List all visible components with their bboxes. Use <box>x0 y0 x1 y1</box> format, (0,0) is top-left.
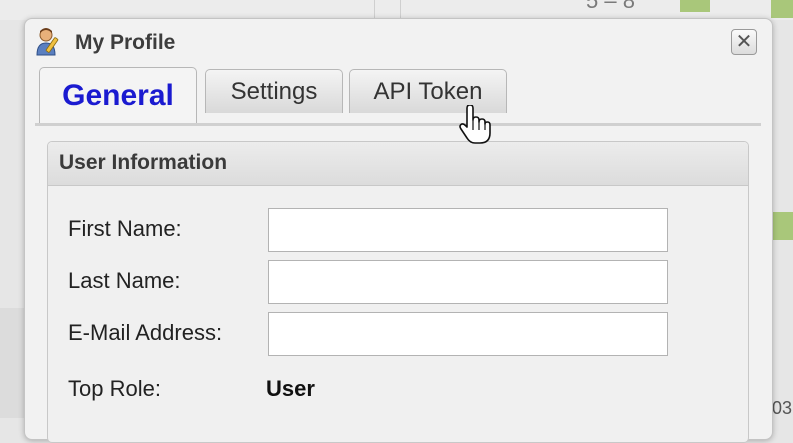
last-name-row: Last Name: <box>68 260 748 304</box>
background-toolbar <box>0 0 793 20</box>
user-information-panel: User Information First Name: Last Name: … <box>47 141 749 443</box>
top-role-value: User <box>266 376 315 401</box>
first-name-row: First Name: <box>68 208 748 252</box>
first-name-input[interactable] <box>268 208 668 252</box>
background-green-block <box>680 0 710 12</box>
close-button[interactable]: ✕ <box>731 29 757 55</box>
tab-label: General <box>62 78 174 112</box>
tab-bar: General Settings API Token <box>39 67 759 125</box>
dialog-titlebar[interactable]: My Profile ✕ <box>25 19 772 65</box>
dialog-title: My Profile <box>75 31 176 54</box>
close-icon: ✕ <box>735 31 753 53</box>
tab-general[interactable]: General <box>39 67 197 123</box>
background-text: 03 <box>772 398 793 418</box>
hand-pointer-icon <box>459 105 491 144</box>
email-input[interactable] <box>268 312 668 356</box>
top-role-label: Top Role: <box>68 376 161 401</box>
tab-label: Settings <box>230 77 318 105</box>
background-divider <box>374 0 375 20</box>
top-role-row: Top Role: User <box>68 368 748 410</box>
last-name-label: Last Name: <box>68 268 181 293</box>
user-edit-icon <box>36 28 59 56</box>
last-name-input[interactable] <box>268 260 668 304</box>
email-label: E-Mail Address: <box>68 320 223 345</box>
tab-label: API Token <box>373 77 483 105</box>
background-text: 5 – 8 <box>586 0 635 13</box>
first-name-label: First Name: <box>68 216 182 241</box>
tab-settings[interactable]: Settings <box>205 69 343 113</box>
background-green-block <box>771 0 793 18</box>
my-profile-dialog: My Profile ✕ General Settings API Token … <box>24 18 773 443</box>
background-green-block <box>771 212 793 240</box>
background-divider <box>400 0 401 20</box>
section-title: User Information <box>48 142 748 186</box>
tab-divider <box>35 123 761 126</box>
email-row: E-Mail Address: <box>68 312 748 356</box>
